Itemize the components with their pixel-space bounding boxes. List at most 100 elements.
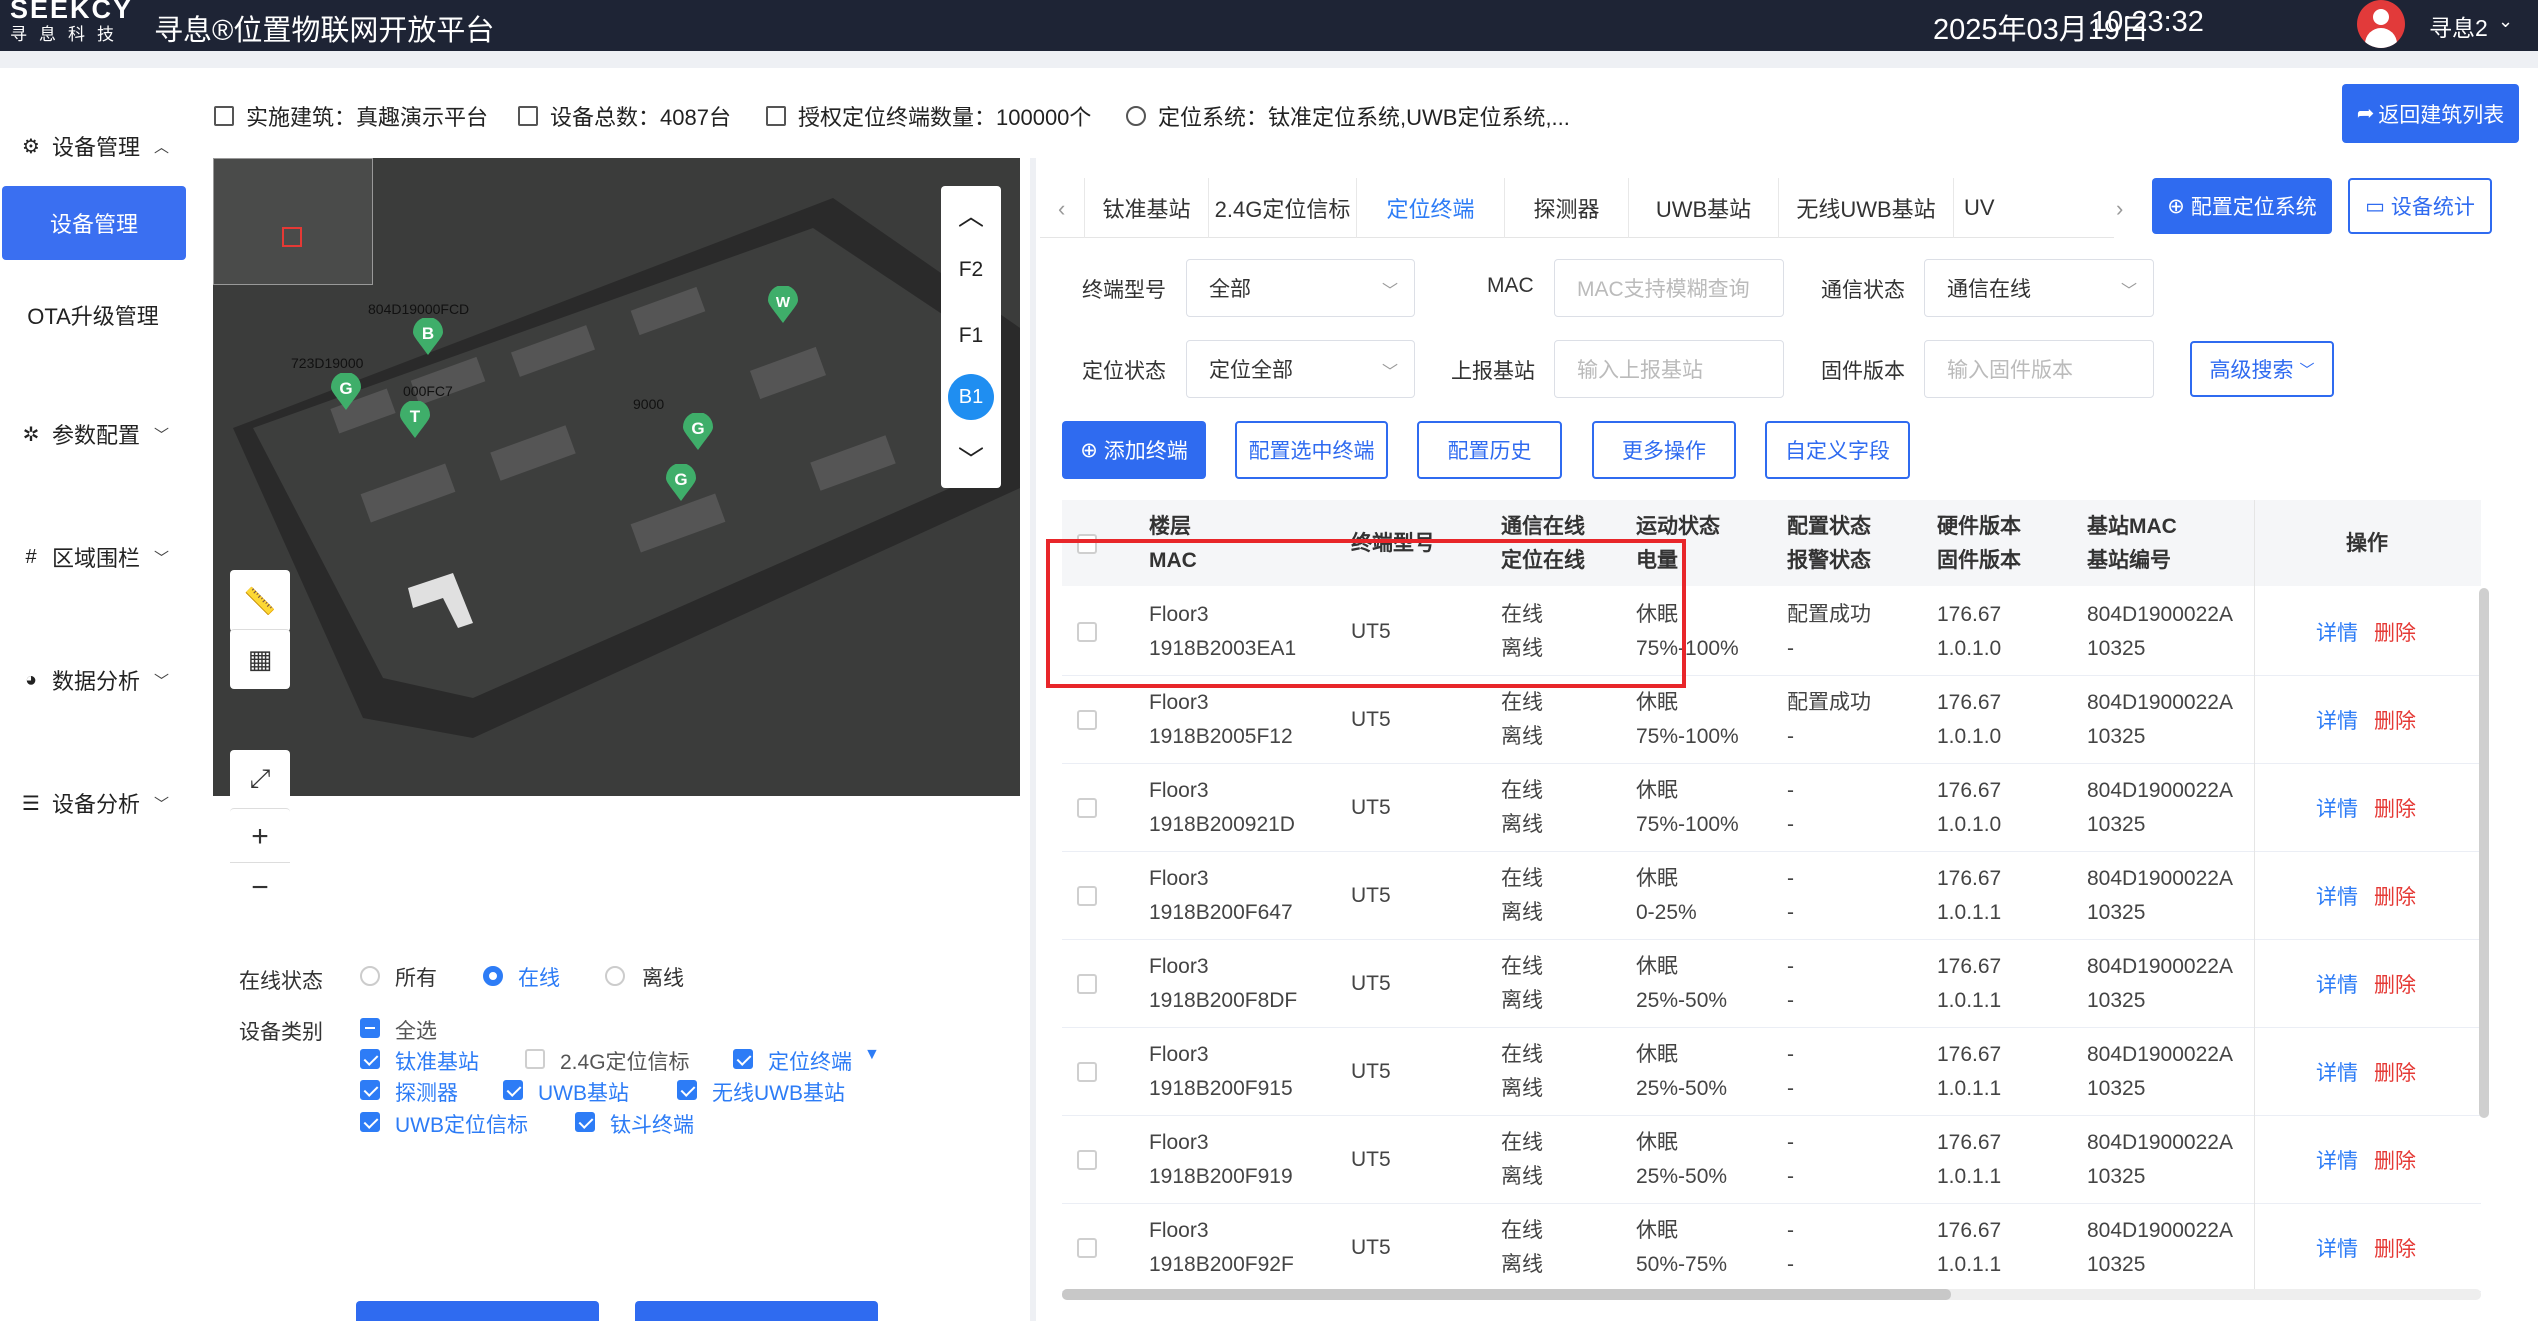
- custom-fields-button[interactable]: 自定义字段: [1765, 421, 1910, 479]
- back-to-building-list-button[interactable]: ➦ 返回建筑列表: [2342, 84, 2519, 143]
- radio-online-label[interactable]: 在线: [518, 962, 560, 992]
- radio-offline[interactable]: [605, 966, 625, 986]
- checkbox-label[interactable]: 探测器: [395, 1077, 458, 1107]
- model-select[interactable]: 全部 ﹀: [1186, 259, 1415, 317]
- user-avatar[interactable]: [2357, 0, 2405, 48]
- sidebar-item-device-analysis[interactable]: ☰ 设备分析 ﹀: [18, 783, 169, 823]
- tab-uv[interactable]: UV: [1954, 178, 2024, 238]
- add-terminal-button[interactable]: ⊕ 添加终端: [1062, 421, 1206, 479]
- floor-selector: ︿ F2 F1 B1 ﹀: [941, 186, 1001, 488]
- sidebar-item-device-management[interactable]: ⚙ 设备管理 ︿: [18, 126, 169, 166]
- minimap[interactable]: [213, 158, 373, 285]
- config-history-button[interactable]: 配置历史: [1417, 421, 1562, 479]
- cell-fw: 1.0.1.1: [1937, 1253, 2002, 1276]
- comm-status-select[interactable]: 通信在线 ﹀: [1924, 259, 2154, 317]
- floor-b1[interactable]: B1: [948, 374, 994, 420]
- checkbox-label[interactable]: 2.4G定位信标: [560, 1046, 690, 1076]
- mac-input[interactable]: MAC支持模糊查询: [1554, 259, 1784, 317]
- cell-fw: 1.0.1.1: [1937, 1165, 2002, 1188]
- marker-pin-W[interactable]: W: [768, 286, 798, 324]
- floor-f1[interactable]: F1: [941, 324, 1001, 348]
- checkbox-titanium-bs[interactable]: [360, 1049, 380, 1069]
- tab-24g-beacon[interactable]: 2.4G定位信标: [1209, 178, 1357, 238]
- checkbox-label[interactable]: UWB基站: [538, 1077, 629, 1107]
- tab-detector[interactable]: 探测器: [1505, 178, 1629, 238]
- cell-alarm: -: [1787, 901, 1794, 924]
- cell-alarm: -: [1787, 989, 1794, 1012]
- sidebar-subitem-ota[interactable]: OTA升级管理: [0, 299, 186, 331]
- cell-comm: 在线: [1501, 1043, 1543, 1066]
- radio-all-label[interactable]: 所有: [395, 962, 437, 992]
- bottom-action-button[interactable]: [635, 1301, 878, 1321]
- floor-f2[interactable]: F2: [941, 258, 1001, 282]
- sidebar-item-fence[interactable]: # 区域围栏 ﹀: [18, 537, 169, 577]
- checkbox-detector[interactable]: [360, 1080, 380, 1100]
- checkbox-label[interactable]: 全选: [395, 1015, 437, 1045]
- row-checkbox[interactable]: [1077, 1062, 1097, 1082]
- zoom-out-icon[interactable]: −: [230, 862, 290, 913]
- checkbox-label[interactable]: 无线UWB基站: [712, 1077, 845, 1107]
- checkbox-24g-beacon[interactable]: [525, 1049, 545, 1069]
- tab-wireless-uwb-bs[interactable]: 无线UWB基站: [1779, 178, 1954, 238]
- marker-pin-G[interactable]: G: [666, 464, 696, 502]
- zoom-in-icon[interactable]: +: [251, 812, 269, 862]
- checkbox-uwb-beacon[interactable]: [360, 1112, 380, 1132]
- chevron-down-icon[interactable]: ⌄: [2498, 11, 2513, 32]
- minimap-viewport[interactable]: [282, 227, 302, 247]
- row-checkbox[interactable]: [1077, 1238, 1097, 1258]
- sidebar-subitem-device-management[interactable]: 设备管理: [2, 186, 186, 260]
- checkbox-uwb-bs[interactable]: [503, 1080, 523, 1100]
- tab-titanium-bs[interactable]: 钛准基站: [1084, 178, 1209, 238]
- bottom-action-button[interactable]: [356, 1301, 599, 1321]
- checkbox-select-all[interactable]: [360, 1018, 380, 1038]
- row-checkbox[interactable]: [1077, 1150, 1097, 1170]
- info-license: 授权定位终端数量：100000个: [766, 100, 1091, 132]
- grid-icon[interactable]: ▦: [230, 629, 290, 689]
- ruler-icon[interactable]: 📏: [230, 570, 290, 632]
- more-actions-button[interactable]: 更多操作: [1592, 421, 1736, 479]
- checkbox-label[interactable]: 钛斗终端: [610, 1109, 694, 1139]
- cell-fw: 1.0.1.1: [1937, 901, 2002, 924]
- advanced-search-button[interactable]: 高级搜索 ﹀: [2190, 341, 2334, 397]
- tabs-prev-icon[interactable]: ‹: [1058, 196, 1065, 222]
- radio-offline-label[interactable]: 离线: [642, 962, 684, 992]
- config-selected-button[interactable]: 配置选中终端: [1235, 421, 1388, 479]
- fullscreen-icon[interactable]: ⤢: [230, 750, 290, 808]
- checkbox-label[interactable]: UWB定位信标: [395, 1109, 528, 1139]
- checkbox-taidou-terminal[interactable]: [575, 1112, 595, 1132]
- config-system-button[interactable]: ⊕ 配置定位系统: [2152, 178, 2332, 234]
- report-bs-input[interactable]: 输入上报基站: [1554, 340, 1784, 398]
- username[interactable]: 寻息2: [2429, 9, 2488, 43]
- row-checkbox[interactable]: [1077, 974, 1097, 994]
- marker-pin-G[interactable]: G: [331, 373, 361, 411]
- loc-status-select[interactable]: 定位全部 ﹀: [1186, 340, 1415, 398]
- tab-uwb-bs[interactable]: UWB基站: [1629, 178, 1779, 238]
- sidebar-item-data-analysis[interactable]: ◕ 数据分析 ﹀: [18, 660, 169, 700]
- radio-online[interactable]: [483, 966, 503, 986]
- checkbox-label[interactable]: 定位终端: [768, 1046, 852, 1076]
- row-checkbox[interactable]: [1077, 798, 1097, 818]
- floor-up-icon[interactable]: ︿: [941, 196, 1001, 233]
- checkbox-wireless-uwb-bs[interactable]: [677, 1080, 697, 1100]
- device-stats-button[interactable]: ▭ 设备统计: [2348, 178, 2492, 234]
- marker-pin-T[interactable]: T: [400, 401, 430, 439]
- row-checkbox[interactable]: [1077, 886, 1097, 906]
- row-checkbox[interactable]: [1077, 710, 1097, 730]
- cell-model: UT5: [1351, 796, 1391, 819]
- horizontal-scrollbar[interactable]: [1062, 1289, 1951, 1300]
- caret-down-icon[interactable]: ▼: [864, 1046, 880, 1064]
- cell-hw: 176.67: [1937, 1043, 2002, 1066]
- tab-terminal[interactable]: 定位终端: [1357, 178, 1505, 238]
- checkbox-label[interactable]: 钛准基站: [395, 1046, 479, 1076]
- radio-all[interactable]: [360, 966, 380, 986]
- marker-pin-G[interactable]: G: [683, 413, 713, 451]
- floor-map[interactable]: 804D19000FCD 723D19000 000FC7 9000 B G T…: [213, 158, 1020, 796]
- marker-pin-B[interactable]: B: [413, 318, 443, 356]
- cell-hw: 176.67: [1937, 955, 2002, 978]
- firmware-input[interactable]: 输入固件版本: [1924, 340, 2154, 398]
- floor-down-icon[interactable]: ﹀: [941, 440, 1001, 477]
- checkbox-terminal[interactable]: [733, 1049, 753, 1069]
- sidebar-item-param-config[interactable]: ✲ 参数配置 ﹀: [18, 414, 169, 454]
- tabs-next-icon[interactable]: ›: [2116, 196, 2123, 222]
- vertical-scrollbar[interactable]: [2479, 588, 2489, 1118]
